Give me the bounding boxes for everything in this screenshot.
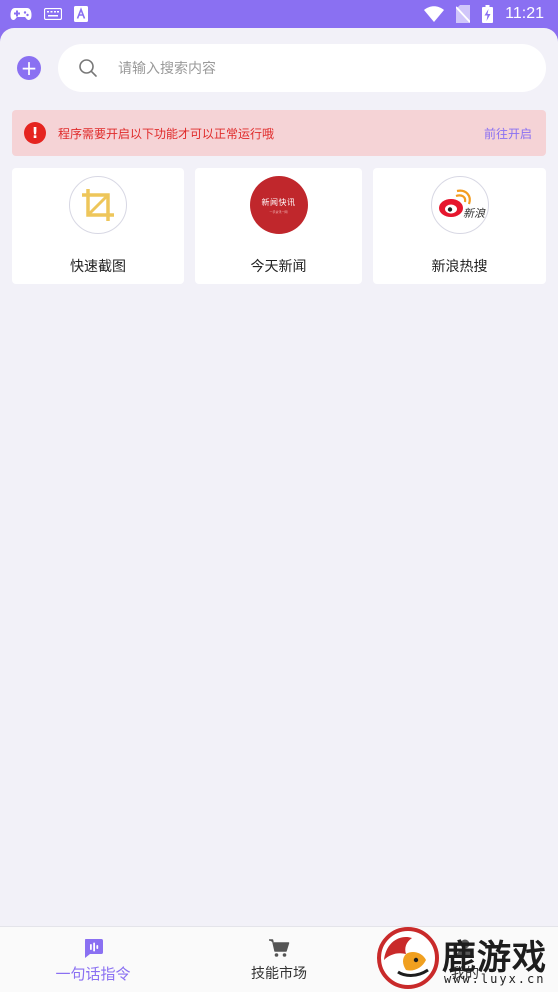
news-logo-icon: 新闻快讯 一手资讯一网 [249, 176, 308, 234]
nav-item-skill-market[interactable]: 技能市场 [186, 927, 372, 992]
news-logo-subtext: 一手资讯一网 [269, 209, 288, 214]
sina-weibo-icon: 新浪 [430, 176, 489, 234]
news-logo-text: 新闻快讯 [261, 197, 296, 207]
card-quick-screenshot[interactable]: 快速截图 [12, 168, 184, 284]
status-left-icons [10, 6, 88, 22]
nav-label: 一句话指令 [55, 965, 131, 983]
nav-item-mine[interactable]: 我的 [372, 927, 558, 992]
voice-command-icon [85, 939, 103, 958]
app-screen: + 请输入搜索内容 ! 程序需要开启以下功能才可以正常运行哦 前往开启 快速截图 [0, 28, 558, 992]
nav-item-voice-command[interactable]: 一句话指令 [0, 927, 186, 992]
search-icon [79, 59, 97, 77]
status-right-icons: 11:21 [424, 5, 544, 23]
card-today-news[interactable]: 新闻快讯 一手资讯一网 今天新闻 [195, 168, 362, 284]
gamepad-icon [10, 8, 32, 20]
skill-cards: 快速截图 新闻快讯 一手资讯一网 今天新闻 新浪 新浪热搜 [12, 168, 546, 284]
status-bar: 11:21 [0, 0, 558, 28]
nav-label: 我的 [451, 966, 479, 982]
no-sim-icon [456, 5, 471, 23]
warning-message: 程序需要开启以下功能才可以正常运行哦 [58, 126, 275, 141]
nav-label: 技能市场 [251, 966, 307, 982]
bottom-nav: 一句话指令 技能市场 我的 [0, 926, 558, 992]
user-icon [456, 939, 474, 958]
sina-logo-text: 新浪 [463, 207, 486, 220]
card-sina-hot-search[interactable]: 新浪 新浪热搜 [373, 168, 546, 284]
search-row: + 请输入搜索内容 [0, 44, 558, 92]
go-enable-link[interactable]: 前往开启 [484, 125, 532, 142]
crop-icon [69, 176, 127, 234]
card-label: 新浪热搜 [431, 259, 488, 275]
plus-icon: + [20, 56, 38, 80]
card-label: 快速截图 [70, 259, 126, 275]
add-button[interactable]: + [17, 56, 41, 80]
wifi-icon [424, 6, 445, 22]
status-time: 11:21 [505, 5, 544, 22]
search-input[interactable]: 请输入搜索内容 [58, 44, 546, 92]
battery-charging-icon [482, 5, 494, 23]
a-box-icon [74, 6, 88, 22]
search-placeholder: 请输入搜索内容 [118, 61, 216, 77]
permission-warning-bar: ! 程序需要开启以下功能才可以正常运行哦 前往开启 [12, 110, 546, 156]
keyboard-icon [44, 8, 62, 20]
card-label: 今天新闻 [250, 259, 307, 275]
alert-icon: ! [24, 122, 46, 144]
cart-icon [269, 939, 290, 957]
